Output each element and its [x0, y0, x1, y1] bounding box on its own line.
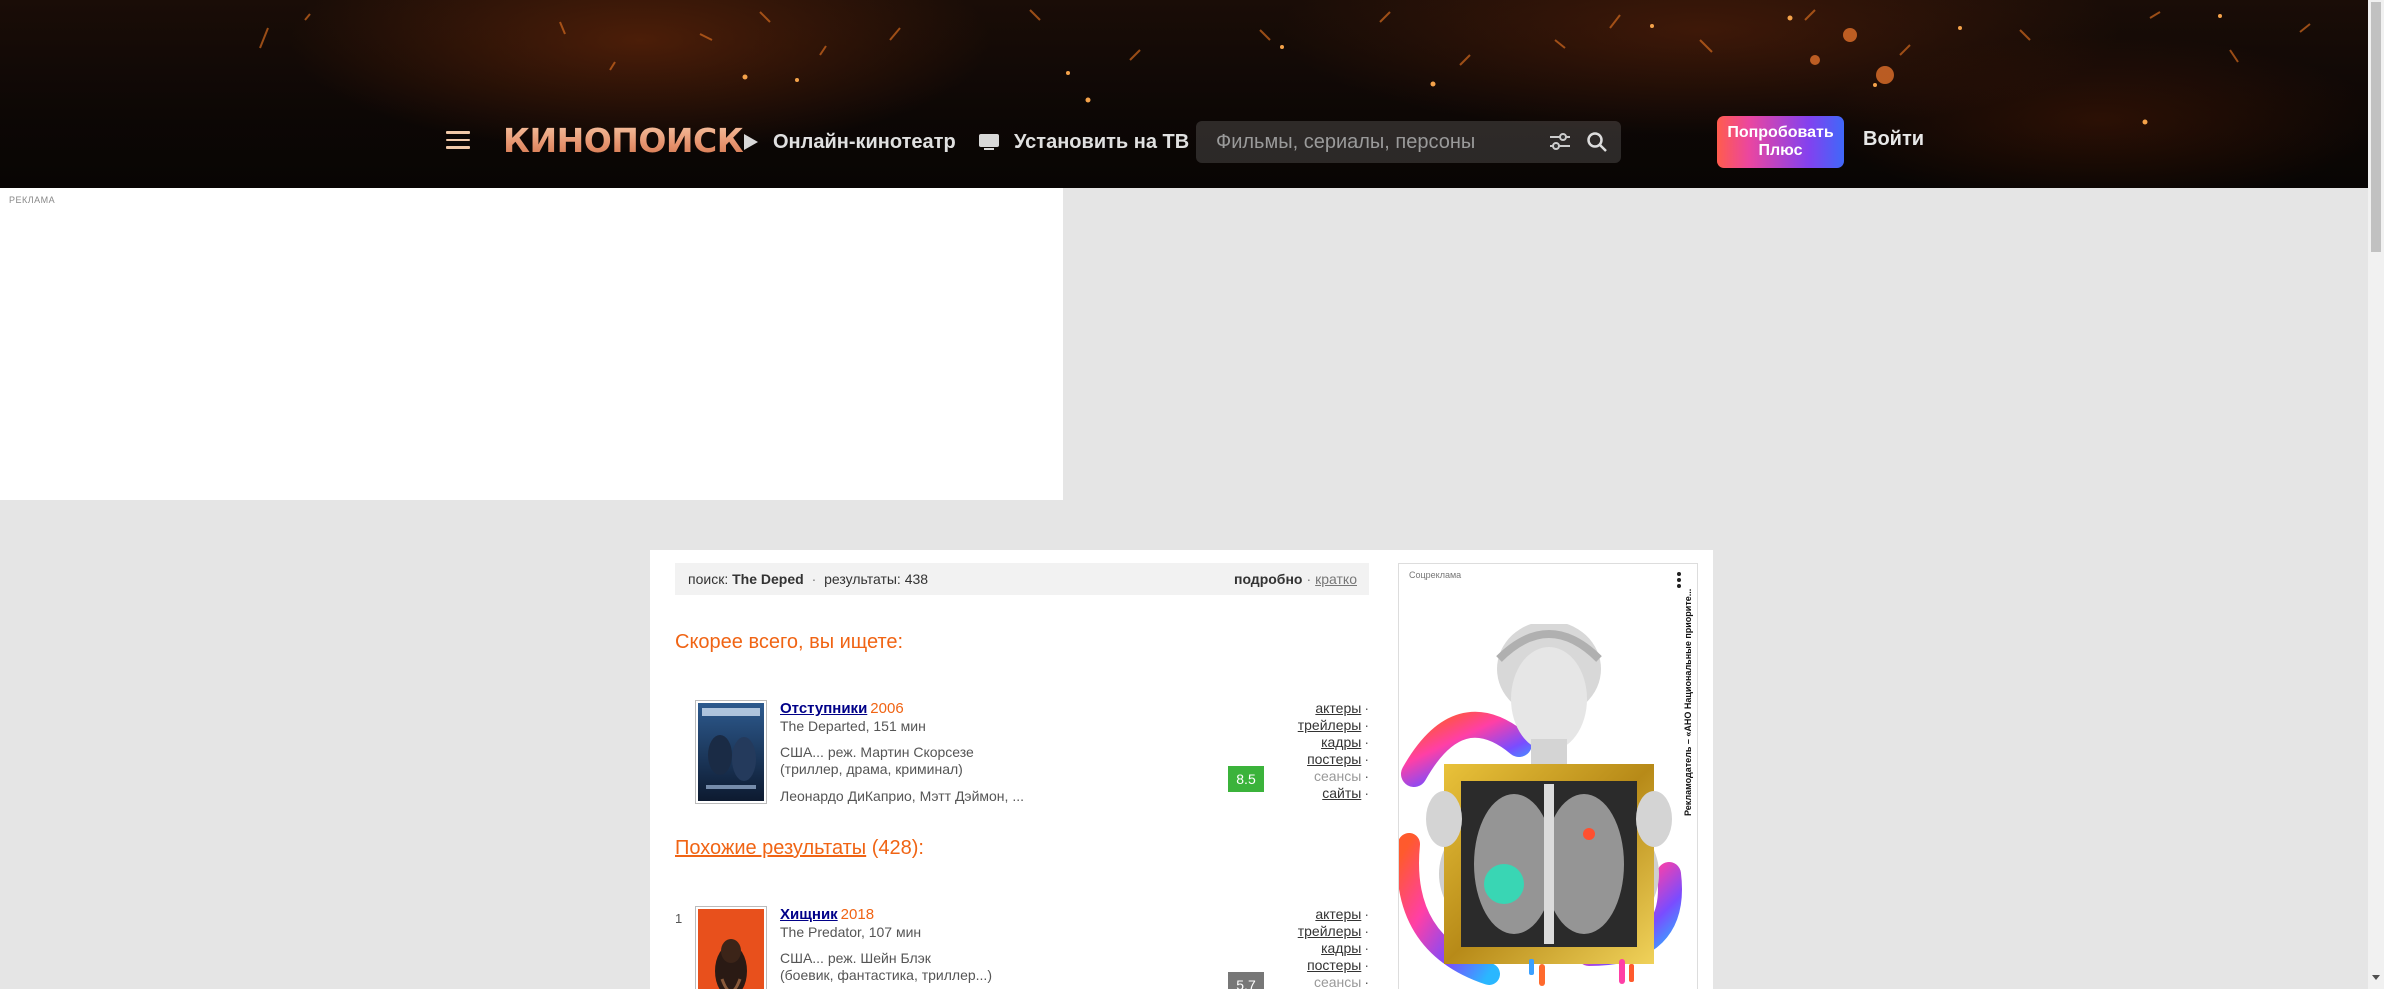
nav-install-tv[interactable]: Установить на ТВ	[978, 127, 1189, 157]
film-cast: Леонардо ДиКаприо, Мэтт Дэймон, ...	[780, 788, 1024, 804]
film-link-showtimes[interactable]: сеансы	[1314, 974, 1361, 989]
search-summary-bar: поиск: The Deped · результаты: 438 подро…	[675, 563, 1369, 595]
film-link-actors[interactable]: актеры	[1315, 700, 1361, 716]
film-link-trailers[interactable]: трейлеры	[1298, 923, 1362, 939]
result-item: 1 Хищник 2018 The Predator, 107 мин США..…	[675, 906, 1369, 989]
film-title-link[interactable]: Отступники	[780, 700, 867, 717]
film-country-director: США... реж. Шейн Блэк	[780, 950, 931, 966]
film-link-posters[interactable]: постеры	[1307, 751, 1361, 767]
film-link-sites[interactable]: сайты	[1322, 785, 1361, 801]
film-rating-badge: 8.5	[1228, 766, 1264, 792]
try-plus-button[interactable]: Попробовать Плюс	[1717, 116, 1844, 168]
results-count: 438	[904, 571, 929, 587]
nav-online-cinema[interactable]: Онлайн-кинотеатр	[743, 127, 956, 157]
scroll-down-arrow-icon[interactable]	[2372, 975, 2380, 980]
best-match-item: Отступники 2006 The Departed, 151 мин США…	[675, 700, 1369, 810]
site-header: КИНОПОИСК Онлайн-кинотеатр Установить на…	[0, 0, 2368, 188]
film-link-stills[interactable]: кадры	[1321, 940, 1361, 956]
sparks-background	[259, 9, 2311, 125]
side-ad-banner[interactable]: Соцреклама Рекламодатель – «АНО Национал…	[1398, 563, 1698, 989]
scrollbar-thumb[interactable]	[2371, 2, 2381, 252]
view-toggle: подробно · кратко	[1233, 571, 1357, 587]
search-input[interactable]	[1196, 122, 1526, 162]
similar-results-heading: Похожие результаты (428):	[675, 837, 924, 860]
film-link-actors[interactable]: актеры	[1315, 906, 1361, 922]
film-original-title: The Departed, 151 мин	[780, 718, 926, 734]
play-icon	[744, 134, 758, 150]
film-info: Отступники 2006 The Departed, 151 мин США…	[780, 700, 1180, 804]
menu-icon[interactable]	[446, 131, 470, 151]
search-summary: поиск: The Deped · результаты: 438	[688, 571, 929, 587]
similar-results-count: (428):	[871, 837, 924, 859]
film-link-trailers[interactable]: трейлеры	[1298, 717, 1362, 733]
ad-artwork-image	[1399, 624, 1682, 986]
film-link-posters[interactable]: постеры	[1307, 957, 1361, 973]
nav-tv-label: Установить на ТВ	[1014, 130, 1190, 153]
side-ad-label: Соцреклама	[1409, 570, 1462, 580]
view-detailed: подробно	[1233, 571, 1303, 587]
film-year: 2006	[870, 700, 904, 717]
film-year: 2018	[840, 906, 875, 923]
search-query: The Deped	[732, 571, 804, 587]
film-link-stills[interactable]: кадры	[1321, 734, 1361, 750]
tv-icon	[979, 134, 999, 150]
departed-poster-image	[698, 703, 764, 801]
film-country-director: США... реж. Мартин Скорсезе	[780, 744, 974, 760]
film-genres: (боевик, фантастика, триллер...)	[780, 967, 992, 983]
login-button[interactable]: Войти	[1863, 128, 1924, 151]
film-links: актеры · трейлеры · кадры · постеры · сеансы…	[1297, 700, 1369, 801]
search-icon[interactable]	[1586, 131, 1608, 153]
filter-icon[interactable]	[1549, 132, 1571, 152]
film-links: актеры · трейлеры · кадры · постеры · сеансы…	[1297, 906, 1369, 989]
nav-online-label: Онлайн-кинотеатр	[773, 130, 956, 153]
results-label: результаты:	[824, 571, 901, 587]
page-scrollbar[interactable]	[2368, 0, 2384, 989]
film-poster[interactable]	[695, 700, 767, 804]
best-match-heading: Скорее всего, вы ищете:	[675, 631, 904, 653]
film-original-title: The Predator, 107 мин	[780, 924, 922, 940]
film-rating-badge: 5.7	[1228, 972, 1264, 989]
site-logo[interactable]: КИНОПОИСК	[503, 120, 744, 162]
film-poster[interactable]	[695, 906, 767, 989]
similar-results-link[interactable]: Похожие результаты	[675, 837, 866, 859]
search-box	[1196, 121, 1621, 163]
film-title-link[interactable]: Хищник	[780, 906, 838, 923]
search-prefix: поиск:	[688, 571, 729, 587]
ad-label: РЕКЛАМА	[9, 195, 56, 205]
result-number: 1	[675, 911, 683, 926]
top-ad-banner[interactable]: РЕКЛАМА	[0, 188, 1063, 500]
search-results-panel: поиск: The Deped · результаты: 438 подро…	[650, 550, 1713, 989]
film-genres: (триллер, драма, криминал)	[780, 761, 963, 777]
predator-poster-image	[698, 909, 764, 989]
view-brief-link[interactable]: кратко	[1315, 571, 1357, 587]
film-info: Хищник 2018 The Predator, 107 мин США... …	[780, 906, 1180, 984]
film-link-showtimes[interactable]: сеансы	[1314, 768, 1361, 784]
